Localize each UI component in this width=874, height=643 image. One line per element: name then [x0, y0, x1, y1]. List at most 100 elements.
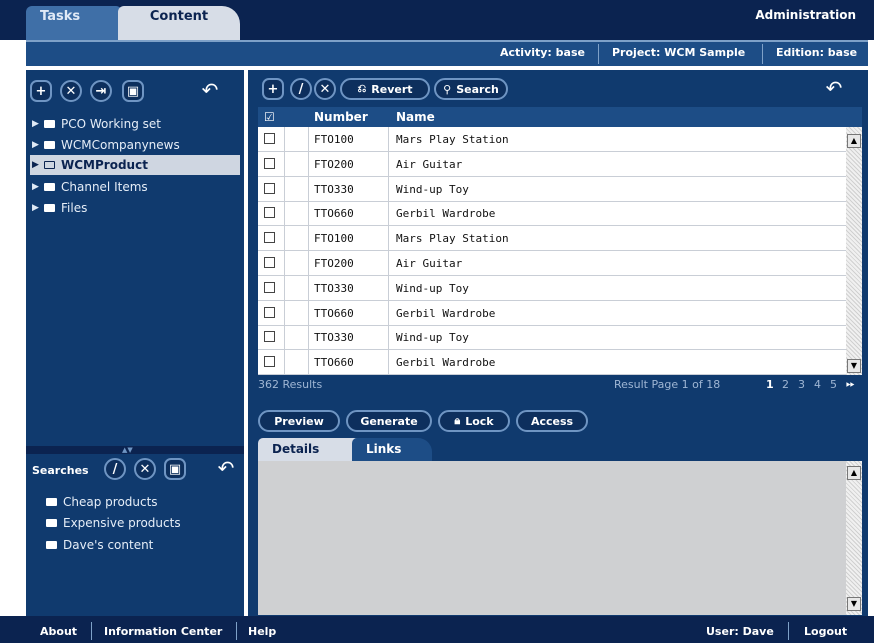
expand-arrow-icon[interactable]: ▶ [32, 119, 42, 129]
column-divider [308, 325, 309, 351]
cell-name: Air Guitar [396, 157, 463, 171]
table-row[interactable]: TTO330 Wind-up Toy [258, 275, 846, 301]
saved-search-item[interactable]: Expensive products [44, 513, 181, 533]
access-button[interactable]: Access [516, 410, 588, 432]
administration-link[interactable]: Administration [755, 8, 856, 22]
row-checkbox[interactable] [264, 281, 275, 293]
table-row[interactable]: FTO100 Mars Play Station [258, 127, 846, 152]
next-pages-icon[interactable]: ⏩︎ [846, 377, 855, 391]
cell-name: Air Guitar [396, 257, 463, 270]
cell-name: Mars Play Station [396, 232, 509, 246]
information-center-link[interactable]: Information Center [104, 625, 222, 638]
generate-button[interactable]: Generate [346, 410, 432, 432]
header-name[interactable]: Name [396, 110, 435, 124]
row-checkbox[interactable] [264, 157, 275, 169]
table-row[interactable]: FTO200 Air Guitar [258, 151, 846, 177]
column-divider [388, 350, 389, 376]
properties-icon[interactable]: ▣ [122, 80, 144, 102]
new-content-icon[interactable]: + [262, 78, 284, 100]
search-properties-icon[interactable]: ▣ [164, 458, 186, 480]
column-divider [284, 226, 285, 252]
folder-icon [46, 541, 57, 549]
table-row[interactable]: FTO100 Mars Play Station [258, 226, 846, 252]
select-all-icon[interactable]: ☑ [264, 110, 275, 124]
row-checkbox[interactable] [264, 356, 275, 368]
tree-item-pco-working-set[interactable]: ▶ PCO Working set [32, 114, 161, 134]
expand-arrow-icon[interactable]: ▶ [32, 160, 42, 170]
lock-button[interactable]: 🔒︎ Lock [438, 410, 510, 432]
column-divider [308, 300, 309, 326]
splitter-grip-icon: ▲▼ [122, 446, 133, 454]
cell-number: TTO660 [314, 306, 354, 320]
activity-label[interactable]: Activity: base [500, 46, 585, 59]
header-number[interactable]: Number [314, 110, 368, 124]
row-checkbox[interactable] [264, 306, 275, 318]
table-row[interactable]: TTO330 Wind-up Toy [258, 176, 846, 202]
tree-item-wcmcompanynews[interactable]: ▶ WCMCompanynews [32, 135, 180, 155]
saved-search-item[interactable]: Cheap products [44, 492, 158, 512]
detail-scrollbar[interactable] [846, 461, 862, 615]
revert-button[interactable]: ⎌ Revert [340, 78, 430, 100]
folder-icon [44, 141, 55, 149]
delete-icon[interactable]: ✕ [60, 80, 82, 102]
column-divider [388, 300, 389, 326]
page-link-4[interactable]: 4 [814, 378, 821, 391]
row-checkbox[interactable] [264, 257, 275, 268]
edit-icon[interactable]: / [290, 78, 312, 100]
row-checkbox[interactable] [264, 133, 275, 144]
expand-arrow-icon[interactable]: ▶ [32, 203, 42, 213]
edition-label[interactable]: Edition: base [776, 46, 857, 59]
undo-search-icon[interactable]: ↶ [214, 457, 238, 481]
project-label[interactable]: Project: WCM Sample [612, 46, 745, 59]
cell-name: Mars Play Station [396, 133, 509, 146]
detail-scroll-up-icon[interactable]: ▲ [847, 466, 861, 480]
scroll-up-icon[interactable]: ▲ [847, 134, 861, 148]
edit-search-icon[interactable]: / [104, 458, 126, 480]
expand-arrow-icon[interactable]: ▶ [32, 182, 42, 192]
help-link[interactable]: Help [248, 625, 276, 638]
search-button[interactable]: ⚲ Search [434, 78, 508, 100]
about-link[interactable]: About [40, 625, 77, 638]
undo-icon[interactable]: ↶ [198, 79, 222, 103]
scroll-down-icon[interactable]: ▼ [847, 359, 861, 373]
page-link-3[interactable]: 3 [798, 378, 805, 391]
tab-content[interactable]: Content [118, 6, 240, 40]
preview-button[interactable]: Preview [258, 410, 340, 432]
saved-search-item[interactable]: Dave's content [44, 535, 153, 555]
page-link-5[interactable]: 5 [830, 378, 837, 391]
tree-item-channel-items[interactable]: ▶ Channel Items [32, 177, 148, 197]
cell-number: TTO660 [314, 207, 354, 221]
row-checkbox[interactable] [264, 207, 275, 219]
table-row[interactable]: TTO660 Gerbil Wardrobe [258, 201, 846, 227]
lock-label: Lock [465, 414, 494, 428]
page-link-2[interactable]: 2 [782, 378, 789, 391]
top-bar: Tasks Content Administration [0, 0, 874, 40]
table-row[interactable]: TTO660 Gerbil Wardrobe [258, 350, 846, 376]
cell-number: TTO330 [314, 281, 354, 295]
panel-splitter[interactable]: ▲▼ [26, 446, 244, 454]
page-link-1[interactable]: 1 [766, 378, 774, 391]
tree-item-wcmproduct[interactable]: ▶ WCMProduct [30, 155, 240, 175]
table-row[interactable]: TTO660 Gerbil Wardrobe [258, 300, 846, 326]
table-scrollbar[interactable] [846, 127, 862, 375]
undo-content-icon[interactable]: ↶ [822, 77, 846, 101]
expand-arrow-icon[interactable]: ▶ [32, 140, 42, 150]
cell-number: FTO100 [314, 232, 354, 246]
tree-item-files[interactable]: ▶ Files [32, 198, 87, 218]
delete-content-icon[interactable]: ✕ [314, 78, 336, 100]
tree-item-label: Channel Items [61, 180, 148, 194]
results-count: 362 Results [258, 378, 323, 391]
tab-tasks[interactable]: Tasks [26, 6, 122, 40]
new-item-icon[interactable]: + [30, 80, 52, 102]
move-icon[interactable]: ⇥ [90, 80, 112, 102]
delete-search-icon[interactable]: ✕ [134, 458, 156, 480]
row-checkbox[interactable] [264, 331, 275, 343]
logout-link[interactable]: Logout [804, 625, 847, 638]
row-checkbox[interactable] [264, 232, 275, 244]
tab-links[interactable]: Links [352, 438, 432, 462]
row-checkbox[interactable] [264, 182, 275, 194]
table-row[interactable]: TTO330 Wind-up Toy [258, 325, 846, 351]
detail-scroll-down-icon[interactable]: ▼ [847, 597, 861, 611]
footer: About Information Center Help User: Dave… [0, 616, 874, 643]
table-row[interactable]: FTO200 Air Guitar [258, 251, 846, 276]
